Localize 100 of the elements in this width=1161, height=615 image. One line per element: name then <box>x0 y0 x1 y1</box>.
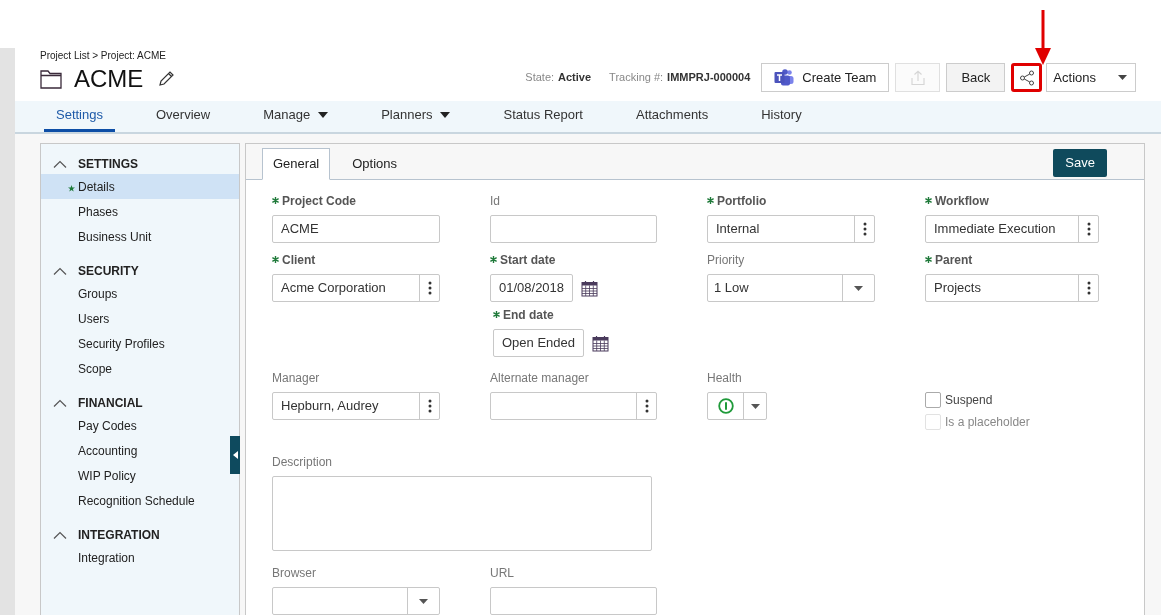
asterisk-icon <box>493 311 500 318</box>
field-label: Portfolio <box>717 193 767 210</box>
breadcrumb: Project List > Project: ACME <box>40 49 167 63</box>
caret-icon <box>440 112 451 118</box>
field-label: URL <box>490 565 514 582</box>
field-label: Client <box>282 252 316 269</box>
dropdown-field[interactable]: 1 Low <box>707 274 875 302</box>
sidebar-item[interactable]: Integration <box>41 545 229 570</box>
triangle-left-icon <box>232 451 238 459</box>
more-icon <box>1086 222 1091 236</box>
field-label: Health <box>707 370 742 387</box>
field-label: Parent <box>935 252 973 269</box>
sidebar-item[interactable]: Users <box>41 306 229 331</box>
text-field[interactable] <box>490 215 657 243</box>
sidebar-item[interactable]: Details <box>41 174 239 199</box>
nav-tab[interactable]: Planners <box>369 101 463 132</box>
field-label: End date <box>503 307 554 324</box>
collapse-handle[interactable] <box>230 436 240 474</box>
calendar-icon[interactable] <box>581 279 599 297</box>
text-field[interactable]: ACME <box>272 215 440 243</box>
form-tab[interactable]: Options <box>342 148 408 180</box>
more-icon <box>644 399 649 413</box>
share-icon <box>1018 69 1035 86</box>
nav-tab[interactable]: Overview <box>144 101 223 132</box>
lookup-field[interactable]: Immediate Execution <box>925 215 1099 243</box>
upload-icon <box>909 69 926 86</box>
asterisk-icon <box>925 256 932 263</box>
caret-icon <box>318 112 329 118</box>
more-icon <box>427 399 432 413</box>
asterisk-icon <box>925 197 932 204</box>
lookup-field[interactable] <box>490 392 657 420</box>
nav-tab[interactable]: Attachments <box>623 101 721 132</box>
calendar-icon[interactable] <box>592 334 609 352</box>
sidebar-item[interactable]: Pay Codes <box>41 413 229 438</box>
health-dropdown[interactable] <box>707 392 767 420</box>
field-label: Start date <box>500 252 556 269</box>
asterisk-icon <box>490 256 497 263</box>
more-icon <box>427 281 432 295</box>
teams-icon <box>774 68 795 87</box>
sidebar-item[interactable]: Security Profiles <box>41 331 229 356</box>
state-label: State: <box>525 70 555 86</box>
annotation-arrow <box>1034 10 1052 65</box>
sidebar-item[interactable]: Business Unit <box>41 224 229 249</box>
create-team-button[interactable]: Create Team <box>761 63 890 92</box>
nav-tab[interactable]: History <box>749 101 814 132</box>
field-label: Id <box>490 193 500 210</box>
section-heading: INTEGRATION <box>78 527 160 544</box>
caret-icon <box>1118 75 1127 80</box>
sidebar-item[interactable]: Scope <box>41 356 229 381</box>
dropdown-field[interactable] <box>272 587 440 615</box>
checkbox-label: Is a placeholder <box>945 414 1030 431</box>
sidebar-item[interactable]: Recognition Schedule <box>41 488 229 513</box>
nav-tab[interactable]: Manage <box>251 101 341 132</box>
status-icon <box>717 398 734 414</box>
text-field[interactable] <box>490 587 657 615</box>
folder-icon <box>40 69 62 89</box>
more-icon <box>1086 281 1091 295</box>
tracking-value: IMMPRJ-000004 <box>667 70 751 86</box>
section-heading: SETTINGS <box>78 156 138 173</box>
back-button[interactable]: Back <box>946 63 1006 92</box>
checkbox[interactable] <box>925 392 941 408</box>
field-label: Workflow <box>935 193 989 210</box>
field-label: Browser <box>272 565 316 582</box>
asterisk-icon <box>707 197 714 204</box>
lookup-field[interactable]: Acme Corporation <box>272 274 440 302</box>
sidebar-item[interactable]: Groups <box>41 281 229 306</box>
state-value: Active <box>558 70 592 86</box>
field-label: Priority <box>707 252 745 269</box>
save-button[interactable]: Save <box>1053 148 1107 177</box>
chevron-up-icon[interactable] <box>53 160 67 168</box>
chevron-up-icon[interactable] <box>53 399 67 407</box>
section-heading: FINANCIAL <box>78 395 143 412</box>
nav-tab[interactable]: Status Report <box>491 101 595 132</box>
share-button[interactable] <box>1011 63 1043 92</box>
field-label: Project Code <box>282 193 356 210</box>
chevron-up-icon[interactable] <box>53 267 67 275</box>
section-heading: SECURITY <box>78 263 139 280</box>
caret-icon <box>750 403 760 409</box>
lookup-field[interactable]: Hepburn, Audrey <box>272 392 440 420</box>
sidebar-item[interactable]: WIP Policy <box>41 463 229 488</box>
field-label: Description <box>272 454 333 471</box>
caret-icon <box>419 598 428 604</box>
asterisk-icon <box>272 256 279 263</box>
star-icon <box>68 185 75 192</box>
date-field[interactable]: 01/08/2018 <box>490 274 574 302</box>
checkbox-label: Suspend <box>945 392 993 409</box>
edit-icon[interactable] <box>157 70 176 88</box>
lookup-field[interactable]: Internal <box>707 215 875 243</box>
sidebar-item[interactable]: Phases <box>41 199 229 224</box>
caret-icon <box>854 285 863 291</box>
lookup-field[interactable]: Projects <box>925 274 1099 302</box>
project-title: ACME <box>74 67 144 91</box>
actions-menu-button[interactable]: Actions <box>1046 63 1136 92</box>
form-tab[interactable]: General <box>262 148 331 180</box>
date-field[interactable]: Open Ended <box>493 329 584 357</box>
asterisk-icon <box>272 197 279 204</box>
sidebar-item[interactable]: Accounting <box>41 438 229 463</box>
more-icon <box>862 222 867 236</box>
field-label: Manager <box>272 370 320 387</box>
chevron-up-icon[interactable] <box>53 531 67 539</box>
